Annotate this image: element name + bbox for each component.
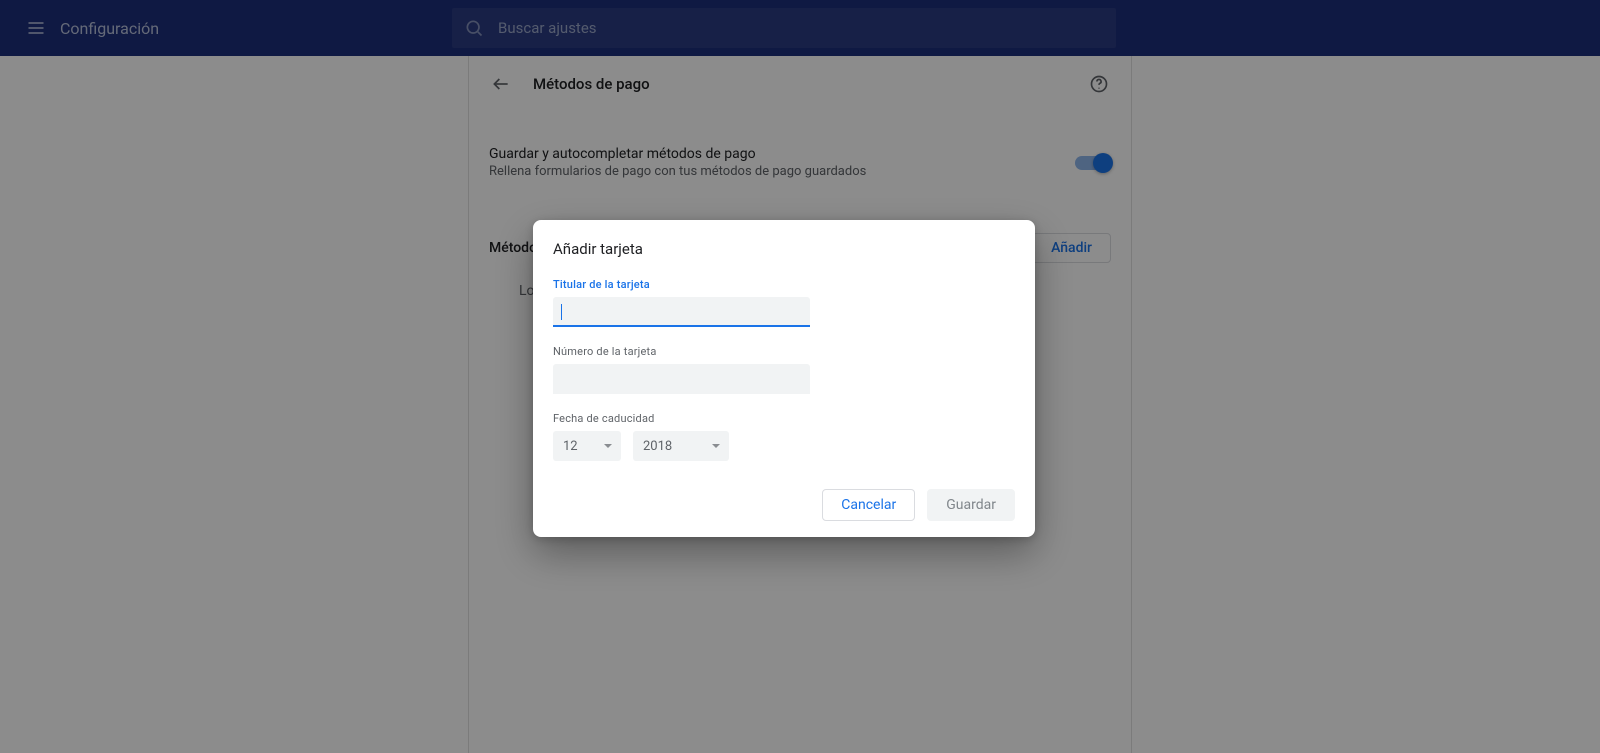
expiry-year-select[interactable]: 2018 <box>633 431 729 461</box>
expiry-month-select[interactable]: 12 <box>553 431 621 461</box>
add-card-dialog: Añadir tarjeta Titular de la tarjeta Núm… <box>533 220 1035 537</box>
cardholder-input-wrap <box>553 297 810 327</box>
cardholder-input[interactable] <box>553 297 810 327</box>
save-button[interactable]: Guardar <box>927 489 1015 521</box>
dialog-actions: Cancelar Guardar <box>553 489 1015 521</box>
expiry-label: Fecha de caducidad <box>553 412 1015 425</box>
cardnumber-label: Número de la tarjeta <box>553 345 1015 358</box>
chevron-down-icon <box>711 441 721 451</box>
dialog-title: Añadir tarjeta <box>553 240 1015 258</box>
cardnumber-input[interactable] <box>553 364 810 394</box>
cardnumber-input-wrap <box>553 364 810 394</box>
expiry-year-value: 2018 <box>643 439 672 454</box>
cancel-button[interactable]: Cancelar <box>822 489 915 521</box>
cardholder-label: Titular de la tarjeta <box>553 278 1015 291</box>
expiry-month-value: 12 <box>563 439 578 454</box>
chevron-down-icon <box>603 441 613 451</box>
expiry-selects: 12 2018 <box>553 431 1015 461</box>
text-caret <box>561 304 562 320</box>
